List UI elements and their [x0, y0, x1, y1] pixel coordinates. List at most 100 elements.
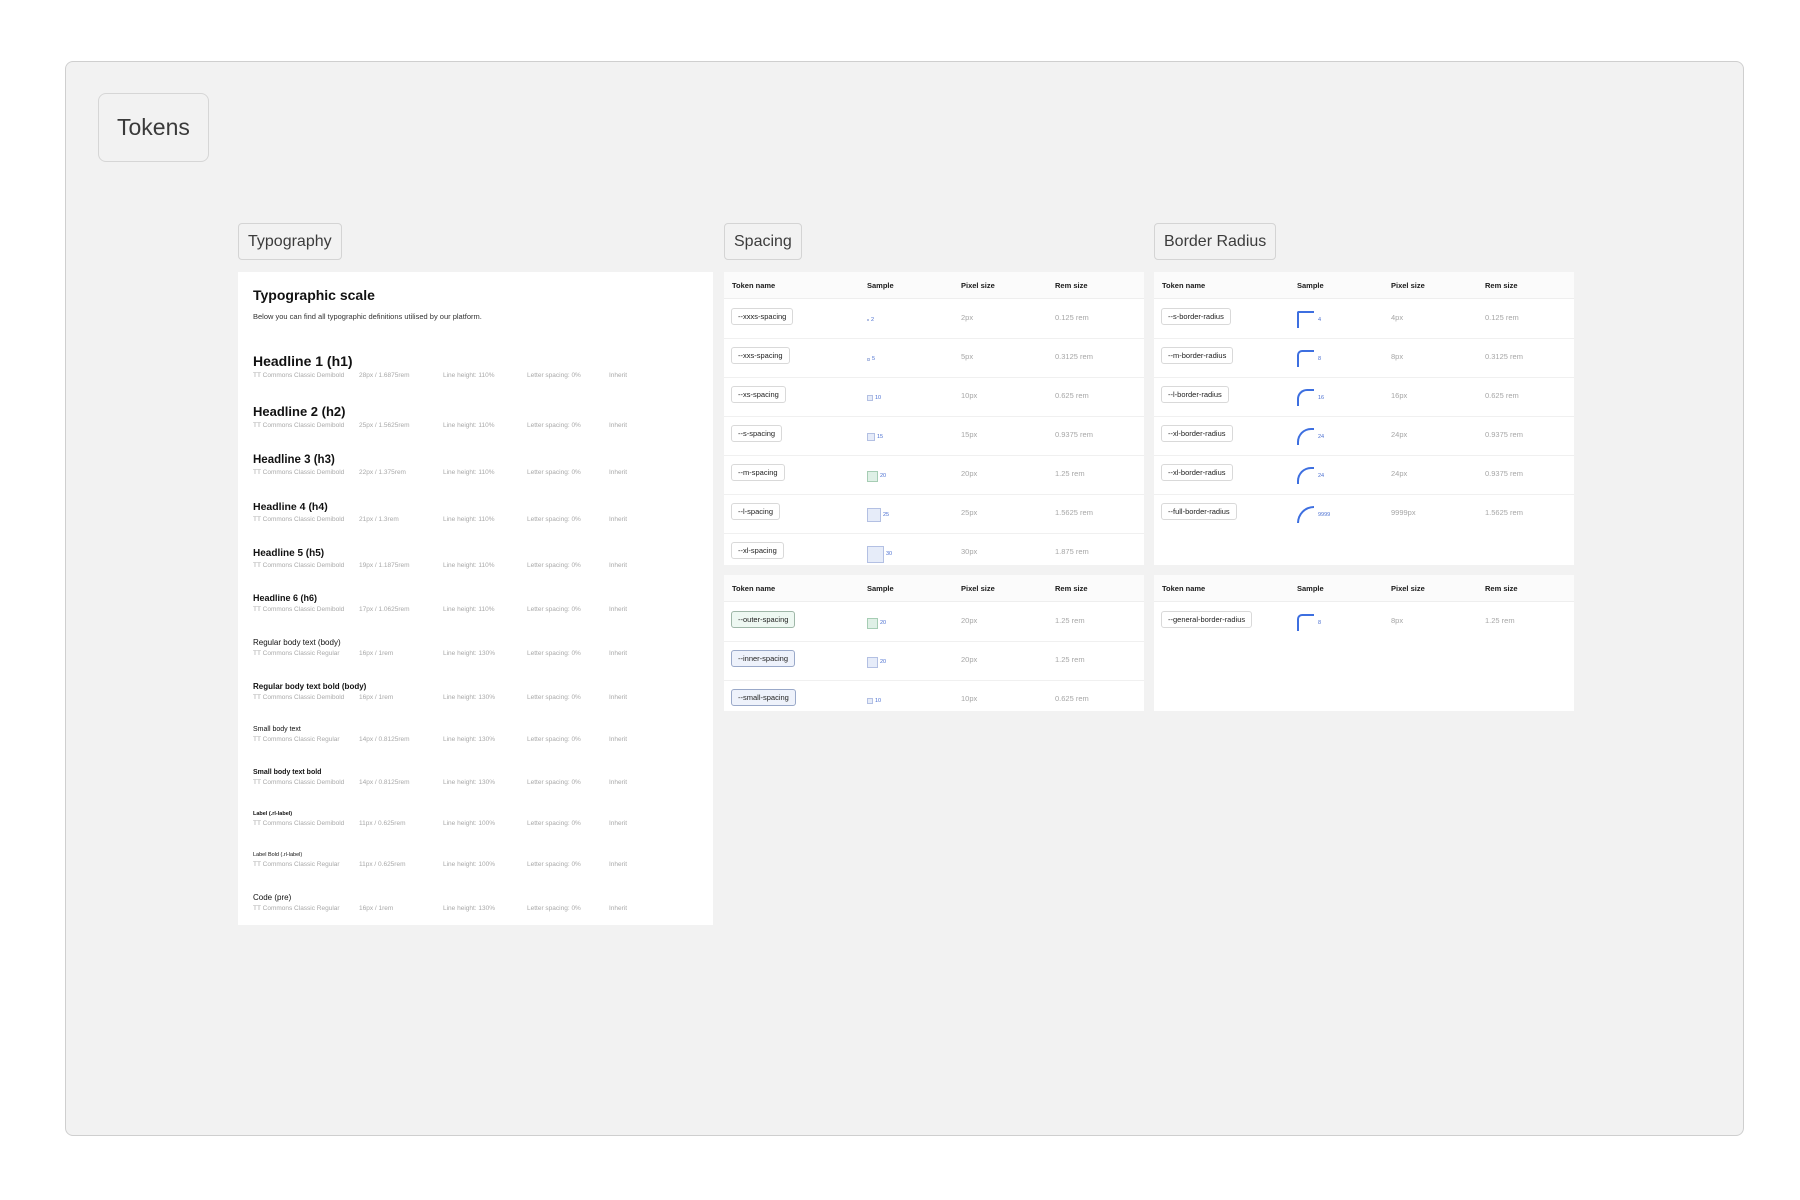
token-name-pill: --m-border-radius	[1161, 347, 1234, 364]
spacing-sample-square	[867, 508, 881, 522]
pixel-size-cell: 30px	[961, 547, 978, 556]
table-row: --xxs-spacing 5 5px 0.3125 rem	[724, 339, 1144, 378]
section-label-border-radius: Border Radius	[1154, 223, 1277, 260]
radius-sample-corner	[1297, 389, 1314, 406]
radius-sample-corner	[1297, 428, 1314, 445]
typography-letter-spacing: Letter spacing: 0%	[527, 469, 581, 476]
header-pixel-size: Pixel size	[1391, 584, 1425, 593]
typography-letter-spacing: Letter spacing: 0%	[527, 694, 581, 701]
typography-line-height: Line height: 100%	[443, 861, 496, 868]
typography-size: 14px / 0.8125rem	[359, 779, 410, 786]
pixel-size-cell: 9999px	[1391, 508, 1416, 517]
typography-row: Label Bold (.rl-label) TT Commons Classic…	[253, 843, 703, 870]
radius-sample-corner	[1297, 311, 1314, 328]
typography-font: TT Commons Classic Demibold	[253, 606, 345, 613]
token-name-pill: --s-spacing	[731, 425, 783, 442]
header-sample: Sample	[867, 281, 894, 290]
spacing-sample-square	[867, 433, 875, 441]
header-pixel-size: Pixel size	[961, 584, 995, 593]
table-row: --xs-spacing 10 10px 0.625 rem	[724, 378, 1144, 417]
typography-letter-spacing: Letter spacing: 0%	[527, 372, 581, 379]
typography-size: 22px / 1.375rem	[359, 469, 406, 476]
typography-row: Headline 3 (h3) TT Commons Classic Demibo…	[253, 447, 703, 478]
token-name-pill: --xl-spacing	[731, 542, 784, 559]
typography-font: TT Commons Classic Demibold	[253, 469, 345, 476]
rem-size-cell: 1.25 rem	[1485, 616, 1515, 625]
typography-meta: TT Commons Classic Demibold 16px / 1rem Li…	[253, 694, 703, 703]
typography-meta: TT Commons Classic Demibold 21px / 1.3rem…	[253, 516, 703, 525]
rem-size-cell: 0.125 rem	[1485, 313, 1519, 322]
typography-line-height: Line height: 130%	[443, 694, 496, 701]
typography-style-name: Headline 3 (h3)	[253, 454, 335, 466]
header-sample: Sample	[1297, 281, 1324, 290]
typography-case: Inherit	[609, 650, 628, 657]
token-name-pill: --general-border-radius	[1161, 611, 1253, 628]
typography-line-height: Line height: 110%	[443, 516, 495, 523]
token-name-pill: --m-spacing	[731, 464, 785, 481]
typography-style-name: Headline 6 (h6)	[253, 593, 318, 603]
pixel-size-cell: 4px	[1391, 313, 1404, 322]
typography-style-name: Regular body text (body)	[253, 638, 341, 647]
typography-case: Inherit	[609, 905, 628, 912]
table-row: --xxxs-spacing 2 2px 0.125 rem	[724, 300, 1144, 339]
rem-size-cell: 0.3125 rem	[1485, 352, 1523, 361]
pixel-size-cell: 8px	[1391, 352, 1404, 361]
typography-row: Headline 4 (h4) TT Commons Classic Demibo…	[253, 494, 703, 525]
pixel-size-cell: 10px	[961, 694, 978, 703]
typography-letter-spacing: Letter spacing: 0%	[527, 562, 581, 569]
typography-letter-spacing: Letter spacing: 0%	[527, 650, 581, 657]
rem-size-cell: 1.875 rem	[1055, 547, 1089, 556]
typography-letter-spacing: Letter spacing: 0%	[527, 820, 581, 827]
spacing-sample-label: 20	[880, 659, 887, 665]
rem-size-cell: 0.625 rem	[1485, 391, 1519, 400]
table-header: Token name Sample Pixel size Rem size	[1154, 575, 1574, 602]
border-radius-table: Token name Sample Pixel size Rem size --s-bo…	[1154, 272, 1574, 565]
typography-meta: TT Commons Classic Demibold 28px / 1.6875…	[253, 372, 703, 381]
table-row: --m-border-radius 8 8px 0.3125 rem	[1154, 339, 1574, 378]
typography-letter-spacing: Letter spacing: 0%	[527, 736, 581, 743]
spacing-sample-square	[867, 657, 878, 668]
token-name-pill: --l-spacing	[731, 503, 781, 520]
typography-row: Code (pre) TT Commons Classic Regular 16px…	[253, 885, 703, 914]
typography-font: TT Commons Classic Regular	[253, 905, 340, 912]
typography-row: Headline 1 (h1) TT Commons Classic Demibo…	[253, 348, 703, 381]
typography-subheading: Below you can find all typographic defin…	[253, 312, 482, 321]
typography-font: TT Commons Classic Regular	[253, 861, 340, 868]
token-name-pill: --xxxs-spacing	[731, 308, 794, 325]
typography-meta: TT Commons Classic Regular 14px / 0.8125r…	[253, 736, 703, 745]
radius-sample-corner	[1297, 506, 1314, 523]
typography-size: 17px / 1.0625rem	[359, 606, 410, 613]
spacing-sample-square	[867, 471, 878, 482]
header-rem-size: Rem size	[1055, 281, 1088, 290]
rem-size-cell: 0.125 rem	[1055, 313, 1089, 322]
token-name-pill: --outer-spacing	[731, 611, 796, 628]
typography-size: 11px / 0.625rem	[359, 861, 406, 868]
token-name-pill: --inner-spacing	[731, 650, 796, 667]
table-header: Token name Sample Pixel size Rem size	[724, 272, 1144, 299]
typography-case: Inherit	[609, 372, 628, 379]
typography-line-height: Line height: 110%	[443, 469, 495, 476]
typography-meta: TT Commons Classic Demibold 22px / 1.375r…	[253, 469, 703, 478]
radius-sample-label: 9999	[1318, 512, 1331, 518]
rem-size-cell: 1.25 rem	[1055, 469, 1085, 478]
typography-size: 19px / 1.1875rem	[359, 562, 410, 569]
token-name-pill: --full-border-radius	[1161, 503, 1237, 520]
typography-meta: TT Commons Classic Regular 16px / 1rem Lin…	[253, 650, 703, 659]
typography-font: TT Commons Classic Demibold	[253, 422, 345, 429]
spacing-semantic-table: Token name Sample Pixel size Rem size --oute…	[724, 575, 1144, 711]
typography-style-name: Regular body text bold (body)	[253, 682, 367, 691]
typography-meta: TT Commons Classic Demibold 17px / 1.0625…	[253, 606, 703, 615]
spacing-sample-square	[867, 358, 870, 361]
typography-case: Inherit	[609, 422, 628, 429]
typography-size: 16px / 1rem	[359, 650, 394, 657]
typography-size: 14px / 0.8125rem	[359, 736, 410, 743]
pixel-size-cell: 8px	[1391, 616, 1404, 625]
token-name-pill: --xl-border-radius	[1161, 425, 1233, 442]
typography-style-name: Code (pre)	[253, 893, 292, 902]
rem-size-cell: 0.625 rem	[1055, 694, 1089, 703]
table-header: Token name Sample Pixel size Rem size	[724, 575, 1144, 602]
rem-size-cell: 1.5625 rem	[1485, 508, 1523, 517]
rem-size-cell: 0.625 rem	[1055, 391, 1089, 400]
typography-heading: Typographic scale	[253, 287, 375, 303]
typography-size: 21px / 1.3rem	[359, 516, 399, 523]
